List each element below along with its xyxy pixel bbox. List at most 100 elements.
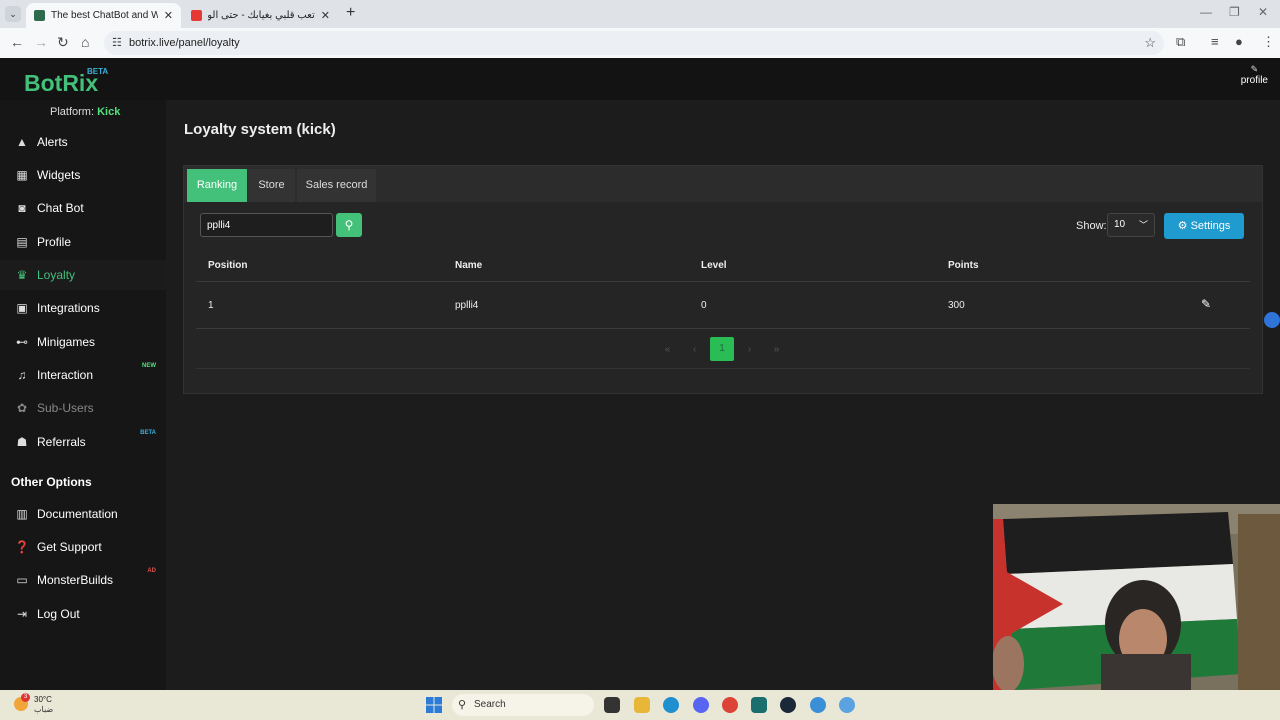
sidebar-item-loyalty[interactable]: ♛ Loyalty [0,260,166,290]
account-icon[interactable]: ● [1235,34,1243,49]
taskbar-search-placeholder: Search [474,699,506,710]
sidebar-item-label: Integrations [37,301,100,315]
sidebar-item-referrals[interactable]: ☗ Referrals BETA [0,427,166,457]
reload-icon[interactable]: ↻ [57,34,69,51]
loyalty-panel: Ranking Store Sales record ⚲ Show: 10 ﹀ … [183,165,1263,394]
microphone-icon[interactable] [1264,312,1280,328]
ad-badge: AD [147,568,156,574]
previous-page-icon[interactable]: ‹ [681,344,708,355]
app-icon[interactable] [810,697,826,713]
page-title: Loyalty system (kick) [184,121,336,138]
settings-button[interactable]: ⚙ Settings [1164,213,1244,239]
forward-icon[interactable]: → [34,34,48,50]
terminal-app-icon[interactable] [751,697,767,713]
column-header[interactable]: Name [455,260,482,271]
referral-icon: ☗ [16,435,28,449]
platform-indicator: Platform: Kick [50,106,120,118]
taskbar-search[interactable]: ⚲ Search [452,694,594,716]
logout-icon: ⇥ [16,607,28,621]
chrome-icon[interactable] [722,697,738,713]
sidebar-item-label: Interaction [37,368,94,382]
app-header: BotRix BETA ✎ profile [0,58,1280,100]
close-tab-icon[interactable]: ✕ [321,9,330,22]
menu-icon[interactable]: ⋮ [1262,34,1275,50]
restore-icon[interactable]: ❐ [1229,5,1240,19]
back-icon[interactable]: ← [10,34,24,50]
browser-toolbar: ← → ↻ ⌂ ☷ botrix.live/panel/loyalty ☆ ⧉ … [0,28,1280,58]
file-explorer-icon[interactable] [634,697,650,713]
bookmark-star-icon[interactable]: ☆ [1144,31,1156,55]
sidebar-item-label: Profile [37,235,72,249]
tab-search-icon[interactable]: ⌄ [5,6,21,22]
laptop-icon: ▭ [16,573,28,587]
logo-beta-badge: BETA [87,67,109,76]
extensions-icon[interactable]: ⧉ [1176,34,1185,50]
sidebar-item-interaction[interactable]: ♫ Interaction NEW [0,360,166,390]
first-page-icon[interactable]: « [654,344,681,355]
minimize-icon[interactable]: — [1200,5,1212,19]
browser-tab-botrix[interactable]: The best ChatBot and Widgets ✕ [26,3,181,28]
other-options-heading: Other Options [11,475,92,489]
table-row: 1 pplli4 0 300 ✎ [196,283,1250,329]
tab-sales-record[interactable]: Sales record [297,169,376,202]
sidebar-item-monsterbuilds[interactable]: ▭ MonsterBuilds AD [0,565,166,595]
youtube-favicon-icon [191,10,202,21]
sidebar-item-minigames[interactable]: ⊷ Minigames [0,327,166,357]
sidebar-item-label: Get Support [37,540,102,554]
page-button-current[interactable]: 1 [710,337,734,361]
pencil-icon: ✎ [1250,64,1259,74]
taskbar: 3 30°C ضباب ⚲ Search [0,690,1280,720]
search-icon: ⚲ [344,218,354,232]
app-icon[interactable] [839,697,855,713]
tab-ranking[interactable]: Ranking [187,169,247,202]
tab-title: تعب قلبي بغيابك - حتى الورد كذا [208,10,315,21]
close-tab-icon[interactable]: ✕ [164,9,173,22]
sidebar-item-profile[interactable]: ▤ Profile [0,227,166,257]
sidebar-item-label: Sub-Users [37,401,94,415]
windows-start-icon[interactable] [426,697,442,713]
sidebar-item-widgets[interactable]: ▦ Widgets [0,160,166,190]
site-info-icon[interactable]: ☷ [112,31,122,55]
page-size-select[interactable]: 10 ﹀ [1107,213,1155,237]
sidebar-item-integrations[interactable]: ▣ Integrations [0,293,166,323]
column-header[interactable]: Points [948,260,979,271]
column-header[interactable]: Position [208,260,247,271]
discord-icon[interactable] [693,697,709,713]
column-header[interactable]: Level [701,260,727,271]
browser-tab-youtube[interactable]: تعب قلبي بغيابك - حتى الورد كذا ✕ [183,3,338,28]
weather-widget[interactable]: 3 30°C ضباب [14,693,74,717]
search-input[interactable] [200,213,333,237]
tab-store[interactable]: Store [248,169,295,202]
search-button[interactable]: ⚲ [336,213,362,237]
sidebar-item-sub-users[interactable]: ✿ Sub-Users [0,393,166,423]
address-bar[interactable]: ☷ botrix.live/panel/loyalty ☆ [104,31,1164,55]
sidebar-item-label: Chat Bot [37,201,84,215]
sidebar-item-documentation[interactable]: ▥ Documentation [0,499,166,529]
sidebar-item-label: Widgets [37,168,81,182]
search-icon: ⚲ [458,699,467,711]
close-window-icon[interactable]: ✕ [1258,5,1268,19]
row-points: 300 [948,300,965,311]
list-icon: ▣ [16,301,28,315]
sidebar-item-get-support[interactable]: ❓ Get Support [0,532,166,562]
sidebar-item-log-out[interactable]: ⇥ Log Out [0,599,166,629]
task-view-icon[interactable] [604,697,620,713]
sidebar-item-label: Referrals [37,435,86,449]
sidebar-item-chat-bot[interactable]: ◙ Chat Bot [0,193,166,223]
row-position: 1 [208,300,214,311]
new-tab-icon[interactable]: + [346,4,355,22]
row-name: pplli4 [455,300,479,311]
last-page-icon[interactable]: » [763,344,790,355]
media-icon[interactable]: ≡ [1211,34,1219,49]
edit-pencil-icon[interactable]: ✎ [1201,297,1211,311]
sidebar-item-label: Alerts [37,135,68,149]
edge-browser-icon[interactable] [663,697,679,713]
settings-label: Settings [1190,220,1231,232]
profile-link[interactable]: ✎ profile [1241,64,1268,86]
steam-icon[interactable] [780,697,796,713]
sidebar-item-alerts[interactable]: ▲ Alerts [0,127,166,157]
panel-tabs: Ranking Store Sales record [184,166,1262,202]
next-page-icon[interactable]: › [736,344,763,355]
music-icon: ♫ [17,368,27,382]
home-icon[interactable]: ⌂ [81,34,89,50]
